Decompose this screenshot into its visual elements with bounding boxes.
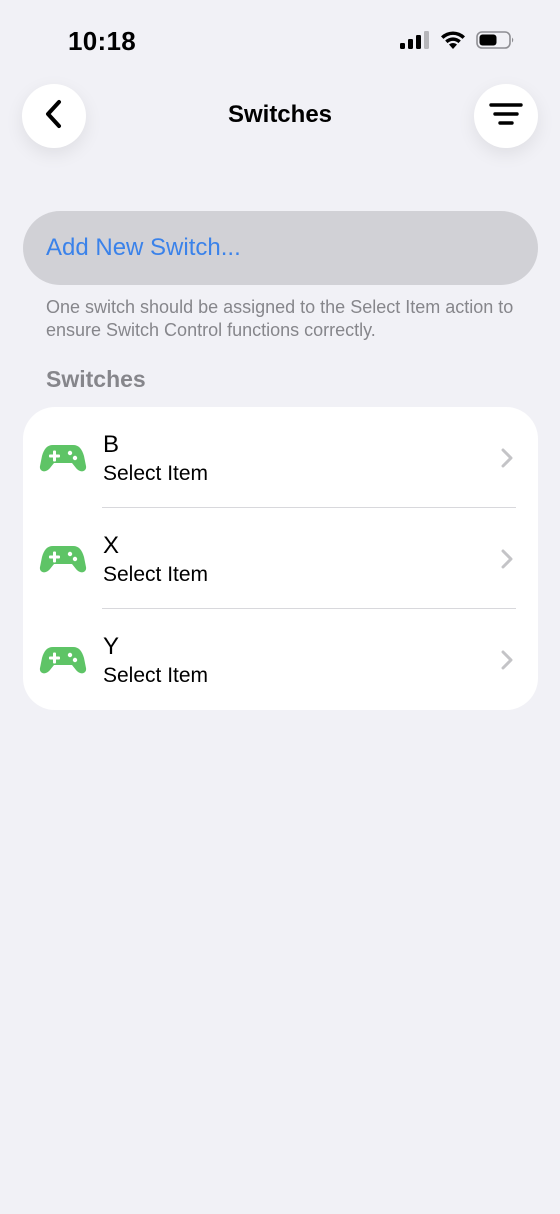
chevron-right-icon (500, 548, 514, 575)
switches-screen: 10:18 Switches Add New Switch... One swi… (0, 0, 560, 1214)
switch-action: Select Item (103, 563, 209, 586)
switch-list: B Select Item X Select Item Y Select Ite… (23, 407, 538, 710)
cellular-signal-icon (400, 30, 430, 50)
switch-row-y[interactable]: Y Select Item (23, 609, 538, 710)
gamepad-icon (39, 441, 87, 478)
status-icons (400, 30, 516, 50)
status-time: 10:18 (68, 26, 136, 56)
battery-icon (476, 30, 516, 50)
chevron-right-icon (500, 447, 514, 474)
gamepad-icon (39, 643, 87, 680)
add-new-switch-button[interactable]: Add New Switch... (23, 211, 538, 285)
gamepad-icon (39, 542, 87, 579)
menu-button[interactable] (474, 84, 538, 148)
switch-row-b[interactable]: B Select Item (23, 407, 538, 508)
status-bar: 10:18 (0, 0, 560, 84)
switch-name: X (103, 532, 120, 559)
switch-row-x[interactable]: X Select Item (23, 508, 538, 609)
filter-lines-icon (489, 102, 523, 131)
footnote-text: One switch should be assigned to the Sel… (46, 297, 514, 340)
switch-action: Select Item (103, 664, 209, 687)
switch-name: B (103, 431, 120, 458)
section-header-switches: Switches (46, 366, 146, 392)
add-new-switch-label: Add New Switch... (46, 234, 241, 261)
wifi-icon (440, 30, 466, 50)
chevron-right-icon (500, 649, 514, 676)
switch-name: Y (103, 633, 120, 660)
switch-action: Select Item (103, 462, 209, 485)
navigation-bar: Switches (0, 84, 560, 148)
